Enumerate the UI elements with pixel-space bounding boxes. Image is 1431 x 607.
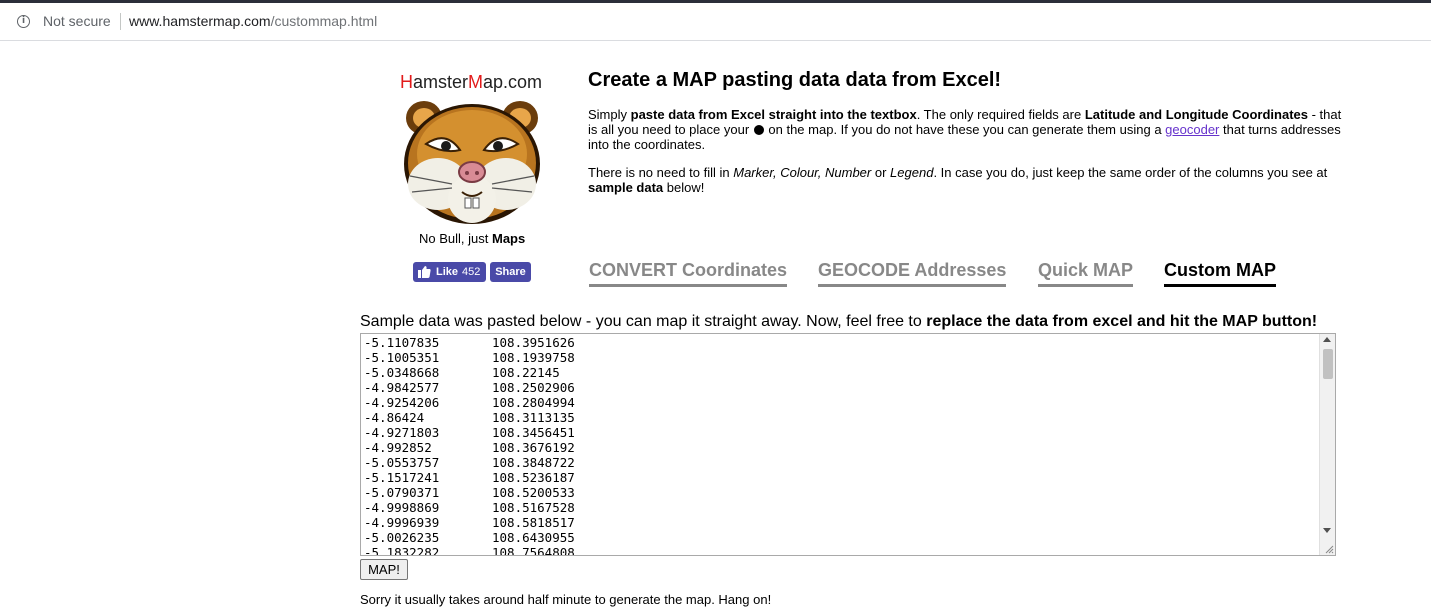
latitude-value: -5.1517241 xyxy=(364,470,440,485)
like-count: 452 xyxy=(462,266,481,278)
textarea-scrollbar[interactable] xyxy=(1319,334,1335,555)
p1-text-a: Simply xyxy=(588,107,631,122)
p1-text-c: . The only required fields are xyxy=(916,107,1085,122)
facebook-share-button[interactable]: Share xyxy=(490,262,531,282)
longitude-value: 108.5818517 xyxy=(492,515,575,530)
address-bar[interactable]: i Not secure www.hamstermap.com/customma… xyxy=(0,3,1431,41)
latitude-value: -5.0348668 xyxy=(364,365,440,380)
p2-italic-fields: Marker, Colour, Number xyxy=(733,165,872,180)
p2-text-g: below! xyxy=(663,180,705,195)
security-status[interactable]: Not secure xyxy=(43,13,111,29)
sample-intro-text: Sample data was pasted below - you can m… xyxy=(360,313,927,330)
scroll-up-arrow-icon[interactable] xyxy=(1323,337,1331,342)
tagline-bold: Maps xyxy=(491,231,526,246)
logo-letter-m: M xyxy=(468,72,484,92)
data-rows: -5.1107835 108.3951626 -5.1005351 108.19397… xyxy=(364,335,575,556)
longitude-value: 108.6430955 xyxy=(492,530,575,545)
logo-part-ap: ap.com xyxy=(483,72,543,92)
sample-intro-bold: replace the data from excel and hit the … xyxy=(926,313,1318,330)
latitude-value: -4.9842577 xyxy=(364,380,440,395)
longitude-value: 108.3113135 xyxy=(492,410,575,425)
longitude-value: 108.3456451 xyxy=(492,425,575,440)
geocoder-link[interactable]: geocoder xyxy=(1165,122,1219,137)
data-row: -5.0553757 108.3848722 xyxy=(364,455,575,470)
longitude-value: 108.3951626 xyxy=(492,335,575,350)
marker-dot-icon xyxy=(753,125,764,135)
map-button[interactable]: MAP! xyxy=(360,559,408,580)
tab-quick-map[interactable]: Quick MAP xyxy=(1038,260,1134,287)
url-text[interactable]: www.hamstermap.com/custommap.html xyxy=(129,13,377,29)
latitude-value: -4.9996939 xyxy=(364,515,440,530)
p1-bold-paste: paste data from Excel straight into the … xyxy=(630,107,917,122)
page-title: Create a MAP pasting data data from Exce… xyxy=(588,69,1002,91)
data-textarea[interactable]: -5.1107835 108.3951626 -5.1005351 108.19397… xyxy=(360,333,1336,556)
data-row: -4.9996939 108.5818517 xyxy=(364,515,575,530)
longitude-value: 108.5236187 xyxy=(492,470,575,485)
latitude-value: -5.0026235 xyxy=(364,530,440,545)
intro-paragraph-2: There is no need to fill in Marker, Colo… xyxy=(588,165,1348,195)
longitude-value: 108.1939758 xyxy=(492,350,575,365)
logo-part-amster: amster xyxy=(413,72,469,92)
tab-custom-map[interactable]: Custom MAP xyxy=(1164,260,1276,287)
data-row: -5.0026235 108.6430955 xyxy=(364,530,575,545)
longitude-value: 108.5200533 xyxy=(492,485,575,500)
data-row: -5.1517241 108.5236187 xyxy=(364,470,575,485)
p2-italic-legend: Legend xyxy=(890,165,934,180)
data-row: -5.1107835 108.3951626 xyxy=(364,335,575,350)
like-label: Like xyxy=(436,266,459,278)
longitude-value: 108.3676192 xyxy=(492,440,575,455)
tagline: No Bull, just Maps xyxy=(419,231,525,246)
longitude-value: 108.22145 xyxy=(492,365,560,380)
data-row: -4.9998869 108.5167528 xyxy=(364,500,575,515)
resize-grip-icon[interactable] xyxy=(1324,544,1334,554)
latitude-value: -4.9254206 xyxy=(364,395,440,410)
data-row: -4.9842577 108.2502906 xyxy=(364,380,575,395)
latitude-value: -5.1005351 xyxy=(364,350,440,365)
data-row: -5.0790371 108.5200533 xyxy=(364,485,575,500)
latitude-value: -4.9998869 xyxy=(364,500,440,515)
wait-notice: Sorry it usually takes around half minut… xyxy=(360,592,772,607)
p1-text-f: on the map. If you do not have these you… xyxy=(764,122,1166,137)
longitude-value: 108.2804994 xyxy=(492,395,575,410)
tab-geocode-addresses[interactable]: GEOCODE Addresses xyxy=(818,260,1007,287)
latitude-value: -5.1832282 xyxy=(364,545,440,556)
p2-text-c: or xyxy=(871,165,891,180)
scroll-down-arrow-icon[interactable] xyxy=(1323,528,1331,533)
data-row: -5.1832282 108.7564808 xyxy=(364,545,575,556)
site-logo-text[interactable]: HamsterMap.com xyxy=(400,72,542,93)
tagline-prefix: No Bull, just xyxy=(419,231,492,246)
latitude-value: -4.86424 xyxy=(364,410,425,425)
p2-text-e: . In case you do, just keep the same ord… xyxy=(933,165,1328,180)
longitude-value: 108.7564808 xyxy=(492,545,575,556)
address-divider xyxy=(120,13,121,30)
info-icon[interactable]: i xyxy=(17,15,30,28)
tab-convert-coordinates[interactable]: CONVERT Coordinates xyxy=(589,260,788,287)
p1-bold-coordinates: Latitude and Longitude Coordinates xyxy=(1084,107,1308,122)
sample-data-instructions: Sample data was pasted below - you can m… xyxy=(360,313,1317,331)
longitude-value: 108.3848722 xyxy=(492,455,575,470)
hamster-logo-icon[interactable] xyxy=(398,96,546,228)
latitude-value: -4.9271803 xyxy=(364,425,440,440)
data-row: -4.992852 108.3676192 xyxy=(364,440,575,455)
logo-letter-h: H xyxy=(400,72,413,92)
p2-bold-sample: sample data xyxy=(588,180,664,195)
thumbs-up-icon xyxy=(418,266,431,278)
data-row: -5.1005351 108.1939758 xyxy=(364,350,575,365)
facebook-like-button[interactable]: Like 452 xyxy=(413,262,486,282)
latitude-value: -4.992852 xyxy=(364,440,432,455)
data-row: -4.86424 108.3113135 xyxy=(364,410,575,425)
latitude-value: -5.0553757 xyxy=(364,455,440,470)
url-host: www.hamstermap.com xyxy=(129,13,271,29)
latitude-value: -5.1107835 xyxy=(364,335,440,350)
p2-text-a: There is no need to fill in xyxy=(588,165,734,180)
latitude-value: -5.0790371 xyxy=(364,485,440,500)
data-row: -4.9271803 108.3456451 xyxy=(364,425,575,440)
url-path: /custommap.html xyxy=(270,13,378,29)
data-row: -5.0348668 108.22145 xyxy=(364,365,575,380)
scroll-thumb[interactable] xyxy=(1323,349,1333,379)
data-row: -4.9254206 108.2804994 xyxy=(364,395,575,410)
longitude-value: 108.2502906 xyxy=(492,380,575,395)
longitude-value: 108.5167528 xyxy=(492,500,575,515)
intro-paragraph-1: Simply paste data from Excel straight in… xyxy=(588,107,1348,152)
